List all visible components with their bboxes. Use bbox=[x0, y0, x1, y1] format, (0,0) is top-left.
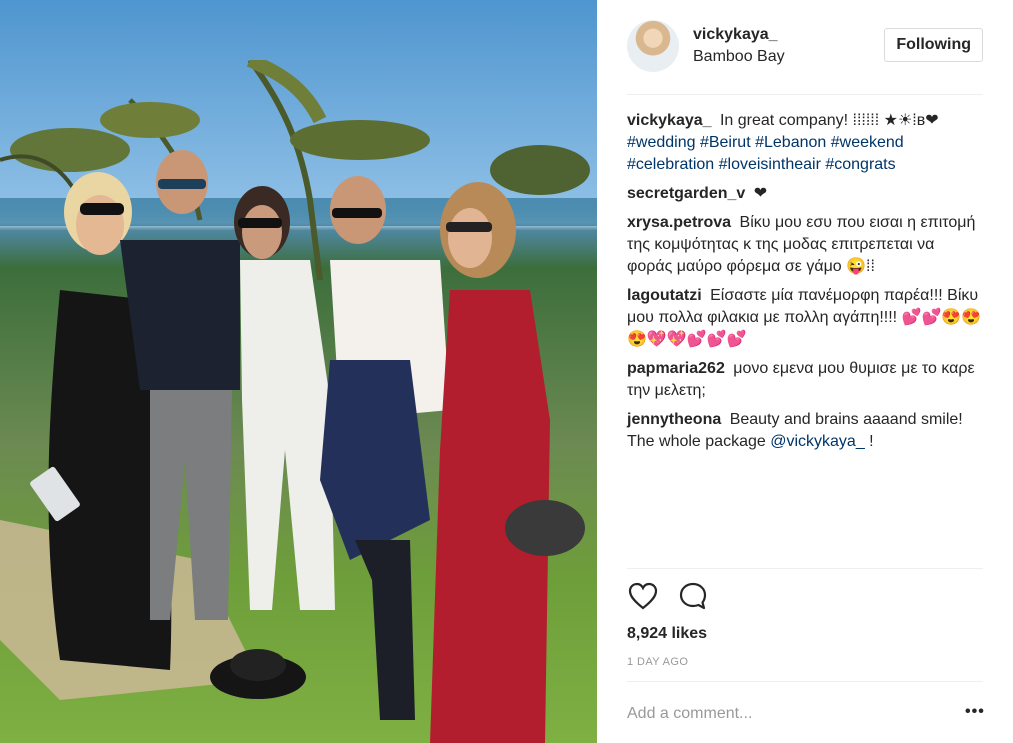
header-location[interactable]: Bamboo Bay bbox=[693, 48, 785, 66]
comment-item: lagoutatzi Είσαστε μία πανέμορφη παρέα!!… bbox=[627, 285, 983, 351]
divider bbox=[627, 568, 983, 569]
hashtag-link[interactable]: #congrats bbox=[825, 156, 895, 173]
post-photo[interactable] bbox=[0, 0, 597, 743]
mention-link[interactable]: @vickykaya_ bbox=[770, 433, 865, 450]
caption-comment: vickykaya_ In great company! ⁞⁞⁞⁞⁞⁞ ★☀⁞ʙ… bbox=[627, 110, 983, 176]
divider bbox=[627, 681, 983, 682]
comment-item: secretgarden_v ❤ bbox=[627, 183, 983, 205]
comment-username[interactable]: papmaria262 bbox=[627, 360, 725, 377]
heart-icon[interactable] bbox=[627, 580, 659, 612]
comment-item: papmaria262 μονο εμενα μου θυμισε με το … bbox=[627, 358, 983, 402]
profile-avatar[interactable] bbox=[627, 20, 679, 72]
post-actions bbox=[627, 580, 727, 612]
hashtag-link[interactable]: #Beirut bbox=[700, 134, 751, 151]
more-options-icon[interactable]: ••• bbox=[965, 703, 985, 721]
comment-item: xrysa.petrova Βίκυ μου εσυ που εισαι η ε… bbox=[627, 212, 983, 278]
comment-text: In great company! ⁞⁞⁞⁞⁞⁞ ★☀⁞ʙ❤ bbox=[719, 112, 939, 129]
comment-item: jennytheona Beauty and brains aaaand smi… bbox=[627, 409, 983, 453]
hashtag-link[interactable]: #weekend bbox=[831, 134, 904, 151]
hashtag-list: #wedding #Beirut #Lebanon #weekend #cele… bbox=[627, 134, 904, 173]
likes-count[interactable]: 8,924 likes bbox=[627, 625, 707, 643]
comments-list: vickykaya_ In great company! ⁞⁞⁞⁞⁞⁞ ★☀⁞ʙ… bbox=[627, 110, 983, 460]
comment-username[interactable]: lagoutatzi bbox=[627, 287, 702, 304]
comment-username[interactable]: vickykaya_ bbox=[627, 112, 712, 129]
add-comment-input[interactable] bbox=[627, 700, 947, 728]
comment-text: ❤ bbox=[753, 185, 768, 202]
hashtag-link[interactable]: #Lebanon bbox=[755, 134, 826, 151]
following-button[interactable]: Following bbox=[884, 28, 983, 62]
comment-bubble-icon[interactable] bbox=[677, 580, 709, 612]
comment-username[interactable]: secretgarden_v bbox=[627, 185, 745, 202]
hashtag-link[interactable]: #celebration bbox=[627, 156, 714, 173]
hashtag-link[interactable]: #loveisintheair bbox=[719, 156, 821, 173]
header-username[interactable]: vickykaya_ bbox=[693, 26, 785, 44]
header-text: vickykaya_ Bamboo Bay bbox=[693, 26, 785, 66]
hashtag-link[interactable]: #wedding bbox=[627, 134, 696, 151]
group-of-five-people bbox=[0, 150, 585, 743]
post-timestamp[interactable]: 1 DAY AGO bbox=[627, 656, 688, 668]
comment-suffix: ! bbox=[864, 433, 874, 450]
comment-username[interactable]: jennytheona bbox=[627, 411, 721, 428]
comment-username[interactable]: xrysa.petrova bbox=[627, 214, 731, 231]
instagram-post: vickykaya_ Bamboo Bay Following vickykay… bbox=[0, 0, 1013, 743]
post-header: vickykaya_ Bamboo Bay Following bbox=[627, 20, 983, 95]
post-sidebar: vickykaya_ Bamboo Bay Following vickykay… bbox=[597, 0, 1013, 743]
